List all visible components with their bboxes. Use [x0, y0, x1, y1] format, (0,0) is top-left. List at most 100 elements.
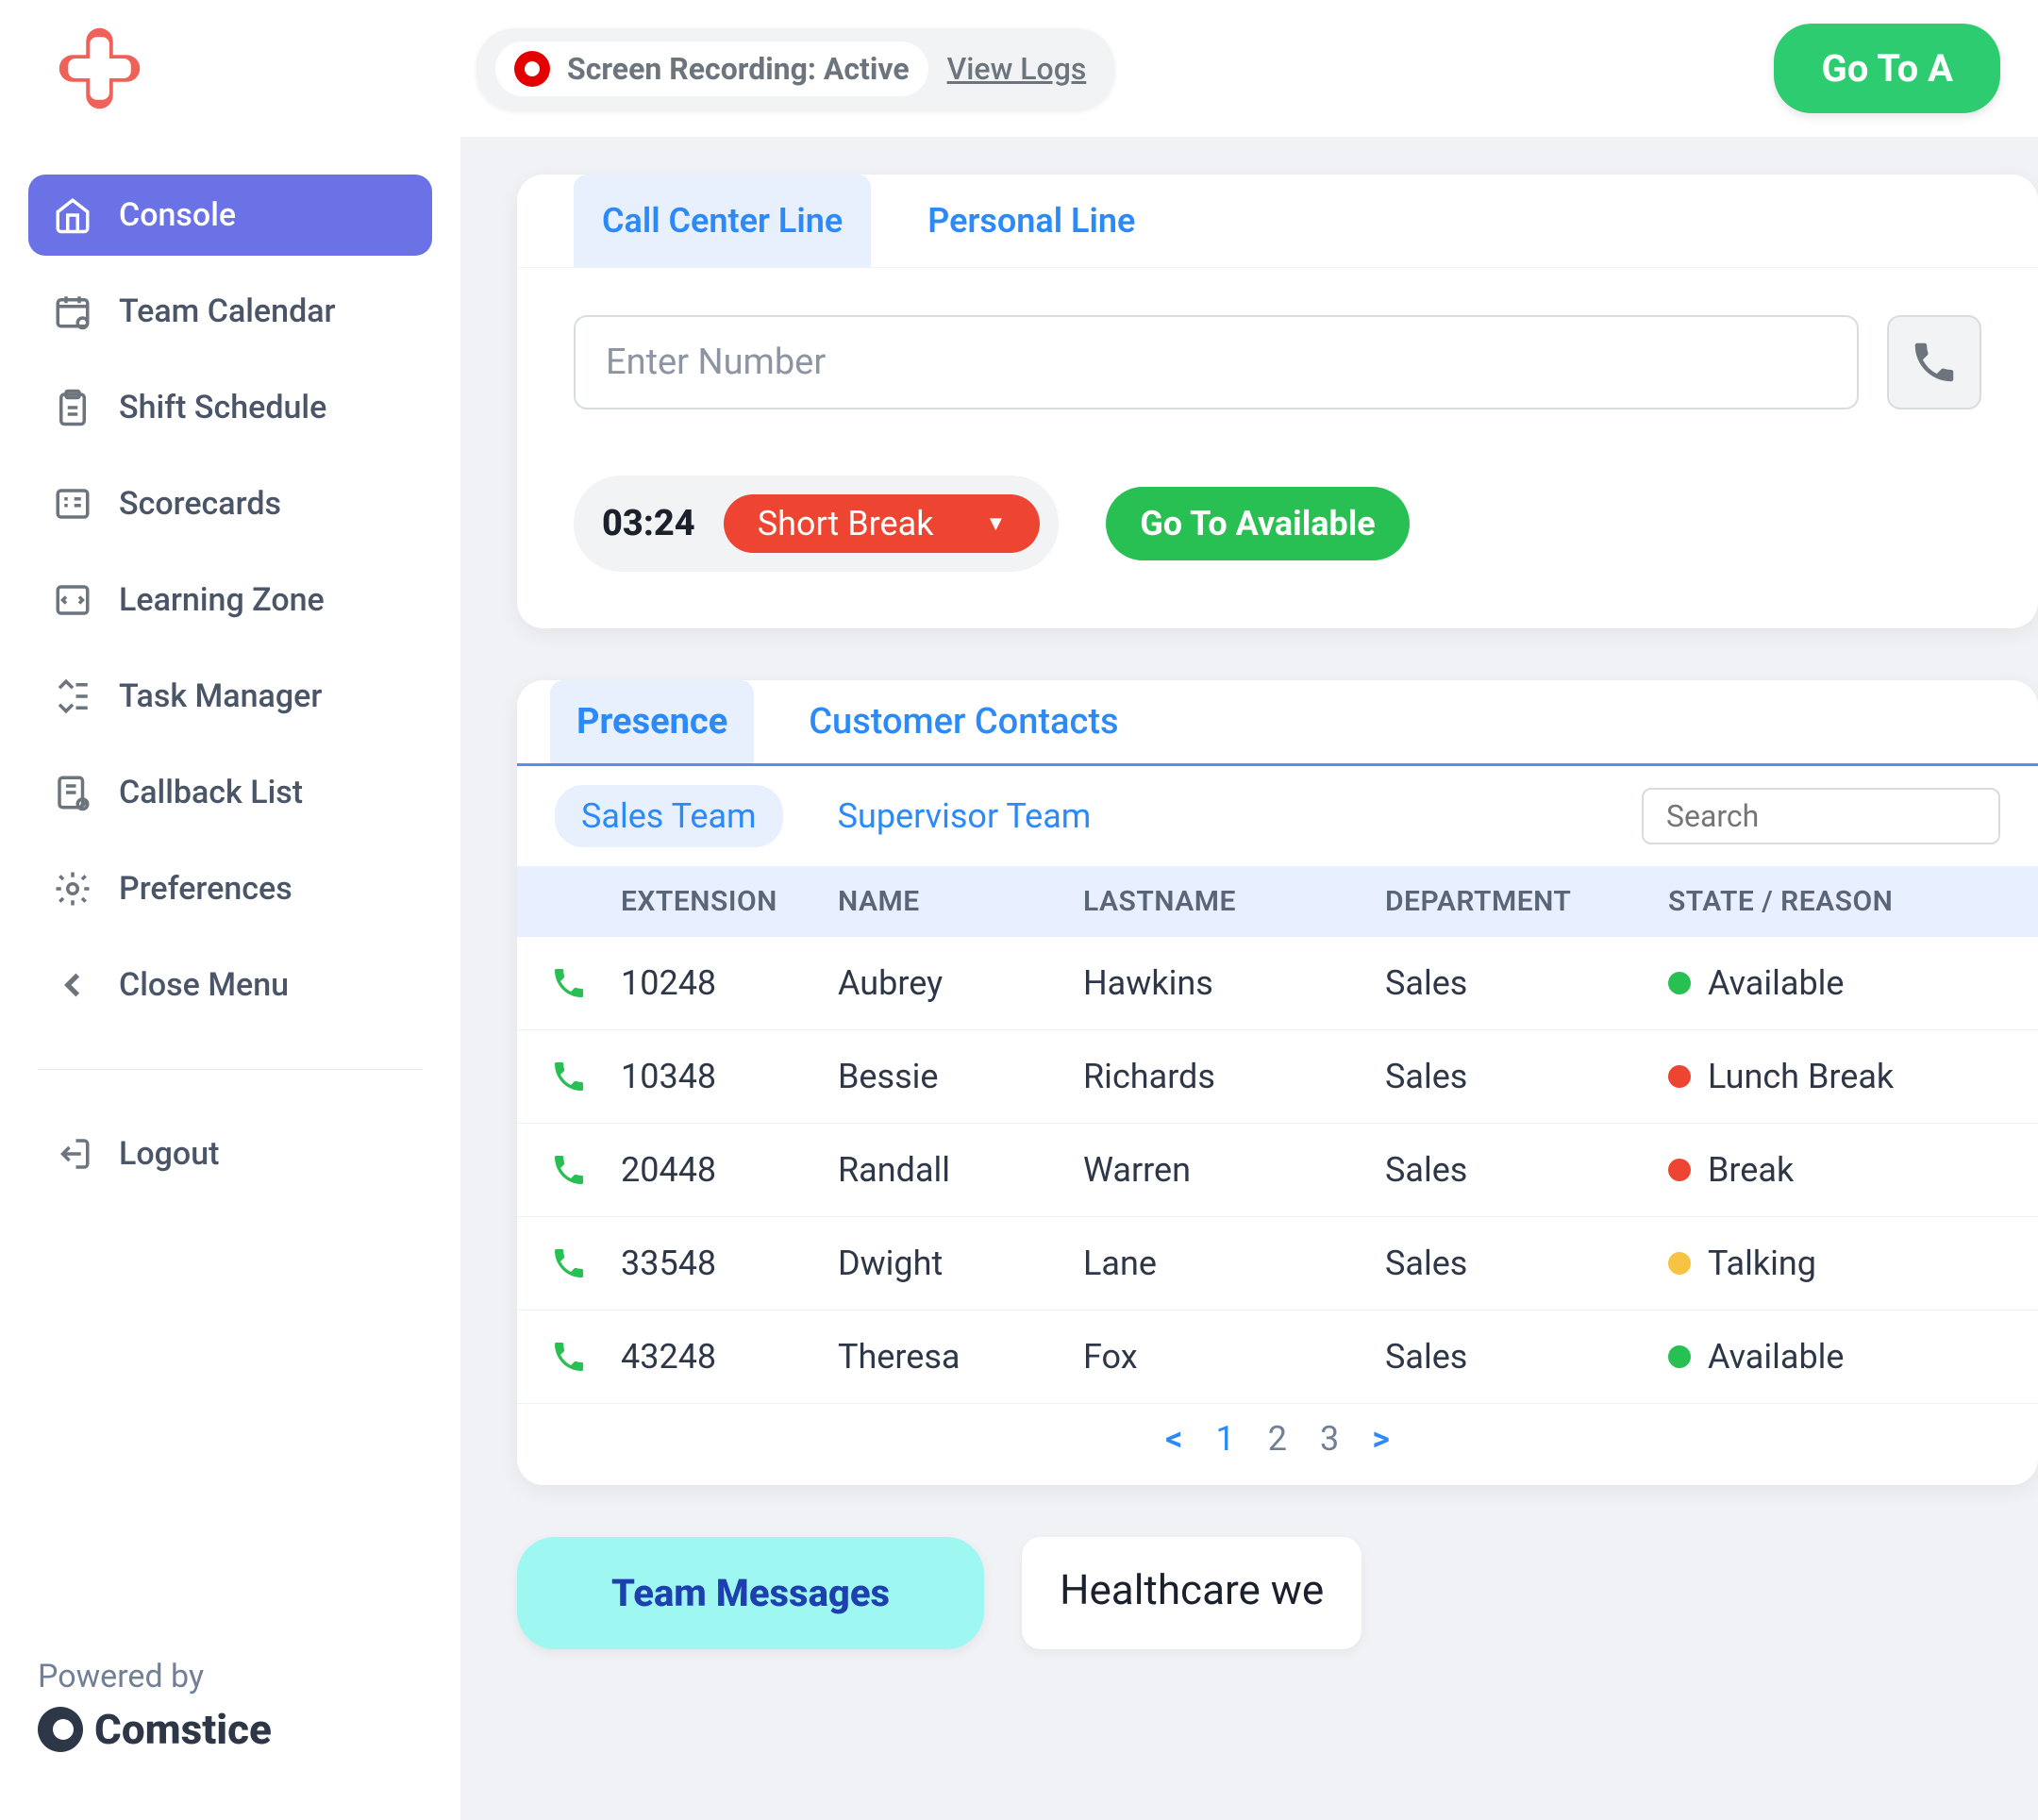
phone-icon: [517, 1151, 621, 1189]
phone-icon: [517, 1244, 621, 1282]
presence-row[interactable]: 10348 Bessie Richards Sales Lunch Break: [517, 1030, 2038, 1124]
phone-number-input[interactable]: [574, 315, 1859, 409]
col-name: NAME: [838, 885, 1083, 918]
cell-lastname: Richards: [1083, 1057, 1385, 1096]
tab-personal-line[interactable]: Personal Line: [899, 175, 1163, 267]
col-extension: EXTENSION: [621, 885, 838, 918]
sidebar-item-learning-zone[interactable]: Learning Zone: [28, 559, 432, 641]
logout-icon: [53, 1134, 92, 1174]
sidebar-item-label: Learning Zone: [119, 581, 325, 619]
sidebar-item-label: Shift Schedule: [119, 389, 326, 426]
cell-department: Sales: [1385, 1337, 1668, 1377]
phone-icon: [517, 1338, 621, 1376]
brand-name: Comstice: [94, 1705, 272, 1754]
sidebar-item-shift-schedule[interactable]: Shift Schedule: [28, 367, 432, 448]
sidebar-footer: Powered by Comstice: [28, 1648, 432, 1792]
sidebar-item-task-manager[interactable]: Task Manager: [28, 656, 432, 737]
healthcare-card[interactable]: Healthcare we: [1022, 1537, 1361, 1649]
page-3[interactable]: 3: [1320, 1419, 1339, 1459]
tab-presence[interactable]: Presence: [550, 680, 754, 763]
page-1[interactable]: 1: [1215, 1419, 1234, 1459]
cell-extension: 10348: [621, 1057, 838, 1096]
app-logo: [52, 22, 146, 116]
sidebar-item-close-menu[interactable]: Close Menu: [28, 944, 432, 1026]
col-lastname: LASTNAME: [1083, 885, 1385, 918]
page-prev[interactable]: <: [1165, 1419, 1182, 1459]
chevron-left-icon: [53, 965, 92, 1005]
sidebar-item-label: Team Calendar: [119, 292, 336, 330]
team-messages-button[interactable]: Team Messages: [517, 1537, 984, 1649]
view-logs-link[interactable]: View Logs: [947, 51, 1087, 87]
presence-card: Presence Customer Contacts Sales Team Su…: [517, 680, 2038, 1485]
recording-status-text: Screen Recording: Active: [567, 51, 910, 87]
team-chip-supervisor[interactable]: Supervisor Team: [811, 785, 1118, 847]
goto-a-button[interactable]: Go To A: [1774, 24, 2000, 113]
cell-department: Sales: [1385, 1057, 1668, 1096]
cell-state: Talking: [1668, 1244, 2027, 1283]
presence-row[interactable]: 33548 Dwight Lane Sales Talking: [517, 1217, 2038, 1311]
cell-department: Sales: [1385, 1150, 1668, 1190]
page-next[interactable]: >: [1372, 1419, 1390, 1459]
cell-name: Bessie: [838, 1057, 1083, 1096]
sidebar-item-scorecards[interactable]: Scorecards: [28, 463, 432, 544]
cell-state: Lunch Break: [1668, 1057, 2027, 1096]
task-icon: [53, 676, 92, 716]
tab-call-center-line[interactable]: Call Center Line: [574, 175, 871, 267]
status-indicator: 03:24 Short Break ▼: [574, 476, 1059, 572]
cell-name: Randall: [838, 1150, 1083, 1190]
presence-row[interactable]: 10248 Aubrey Hawkins Sales Available: [517, 937, 2038, 1030]
phone-icon: [1909, 337, 1960, 388]
status-dropdown[interactable]: Short Break ▼: [724, 494, 1041, 553]
cell-state: Available: [1668, 963, 2027, 1003]
presence-row[interactable]: 43248 Theresa Fox Sales Available: [517, 1311, 2038, 1404]
brand-link[interactable]: Comstice: [38, 1705, 423, 1754]
medical-cross-icon: [55, 24, 144, 113]
cell-name: Aubrey: [838, 963, 1083, 1003]
dial-button[interactable]: [1887, 315, 1981, 409]
cell-lastname: Hawkins: [1083, 963, 1385, 1003]
recording-indicator: Screen Recording: Active View Logs: [476, 28, 1114, 109]
page-2[interactable]: 2: [1268, 1419, 1287, 1459]
sidebar-item-label: Task Manager: [119, 677, 322, 715]
sidebar-item-label: Preferences: [119, 870, 292, 908]
sidebar-item-team-calendar[interactable]: Team Calendar: [28, 271, 432, 352]
presence-search-input[interactable]: [1642, 788, 2000, 844]
cell-lastname: Warren: [1083, 1150, 1385, 1190]
presence-row[interactable]: 20448 Randall Warren Sales Break: [517, 1124, 2038, 1217]
status-timer: 03:24: [602, 503, 695, 544]
top-bar: Screen Recording: Active View Logs Go To…: [0, 0, 2038, 137]
dialer-card: Call Center Line Personal Line 03:24: [517, 175, 2038, 628]
cell-extension: 33548: [621, 1244, 838, 1283]
main-content: Call Center Line Personal Line 03:24: [460, 137, 2038, 1820]
cell-extension: 10248: [621, 963, 838, 1003]
team-chip-sales[interactable]: Sales Team: [555, 785, 783, 847]
sidebar-item-label: Callback List: [119, 774, 303, 811]
status-dot-icon: [1668, 1345, 1691, 1368]
sidebar-item-callback-list[interactable]: Callback List: [28, 752, 432, 833]
sidebar-item-label: Logout: [119, 1135, 219, 1173]
pagination: < 1 2 3 >: [517, 1404, 2038, 1485]
cell-lastname: Fox: [1083, 1337, 1385, 1377]
status-dot-icon: [1668, 972, 1691, 994]
comstice-icon: [38, 1707, 83, 1752]
cell-lastname: Lane: [1083, 1244, 1385, 1283]
cell-name: Theresa: [838, 1337, 1083, 1377]
tab-customer-contacts[interactable]: Customer Contacts: [782, 680, 1144, 763]
cell-department: Sales: [1385, 1244, 1668, 1283]
messages-row: Team Messages Healthcare we: [517, 1537, 2038, 1649]
powered-by-label: Powered by: [38, 1658, 423, 1695]
cell-extension: 20448: [621, 1150, 838, 1190]
go-available-button[interactable]: Go To Available: [1106, 487, 1409, 560]
sidebar-item-console[interactable]: Console: [28, 175, 432, 256]
cell-name: Dwight: [838, 1244, 1083, 1283]
sidebar-item-logout[interactable]: Logout: [28, 1113, 432, 1194]
clipboard-icon: [53, 388, 92, 427]
status-dot-icon: [1668, 1159, 1691, 1181]
cell-state: Available: [1668, 1337, 2027, 1377]
status-label: Short Break: [758, 504, 934, 543]
sidebar: Console Team Calendar Shift Schedule: [0, 137, 460, 1820]
record-icon: [514, 51, 550, 87]
chevron-down-icon: ▼: [985, 511, 1006, 536]
sidebar-item-preferences[interactable]: Preferences: [28, 848, 432, 929]
cell-state: Break: [1668, 1150, 2027, 1190]
